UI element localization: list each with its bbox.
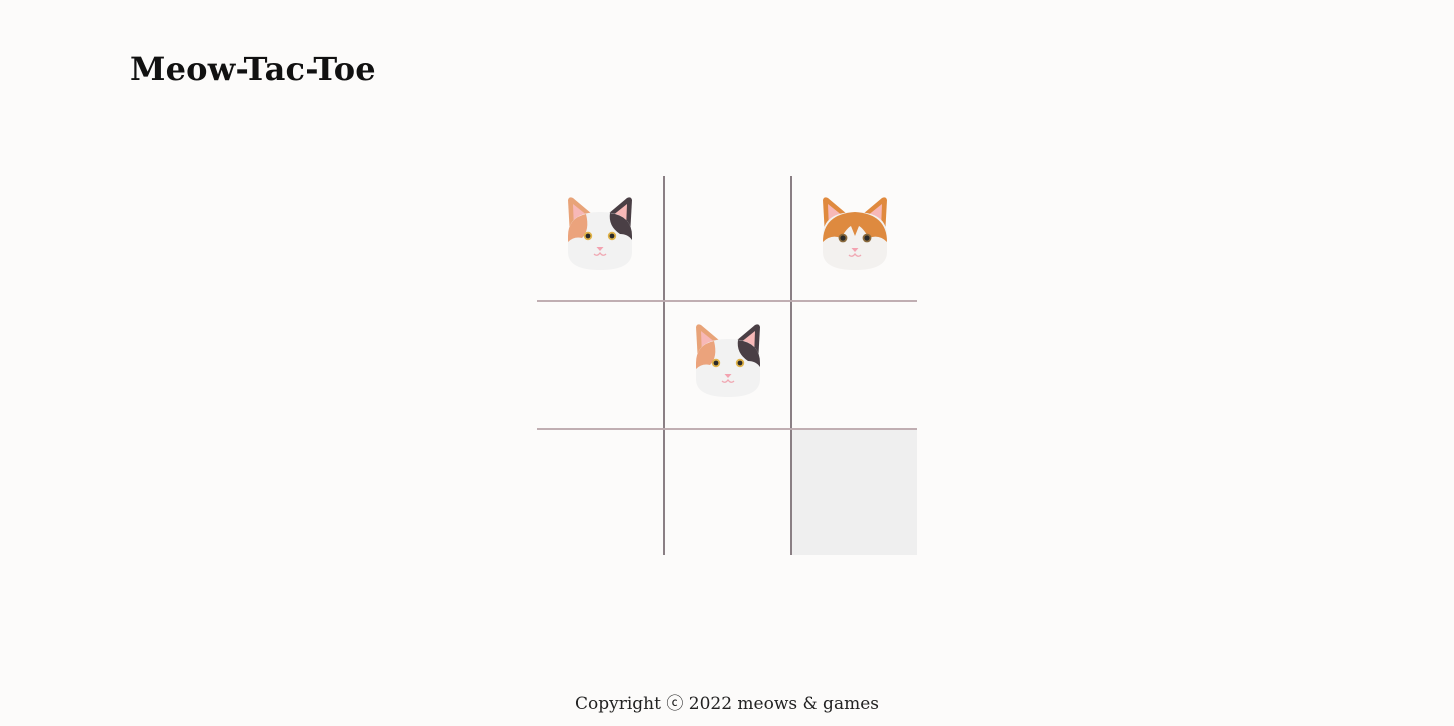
board-cell-r2c1[interactable]: [537, 302, 663, 428]
board-cell-r1c2[interactable]: [665, 176, 790, 300]
board-cell-r3c1[interactable]: [537, 430, 663, 555]
board-cell-r1c1[interactable]: [537, 176, 663, 300]
board-cell-r2c2[interactable]: [665, 302, 790, 428]
calico-cat-icon: [568, 197, 632, 270]
orange-cat-icon: [822, 197, 887, 270]
page-title: Meow-Tac-Toe: [130, 50, 376, 88]
calico-cat-icon: [695, 324, 760, 397]
board-cell-r1c3[interactable]: [792, 176, 917, 300]
game-board: [537, 176, 917, 555]
board-cell-r3c2[interactable]: [665, 430, 790, 555]
board-cell-r3c3[interactable]: [792, 430, 917, 555]
footer-copyright: Copyright ⓒ 2022 meows & games: [575, 694, 879, 714]
board-cell-r2c3[interactable]: [792, 302, 917, 428]
